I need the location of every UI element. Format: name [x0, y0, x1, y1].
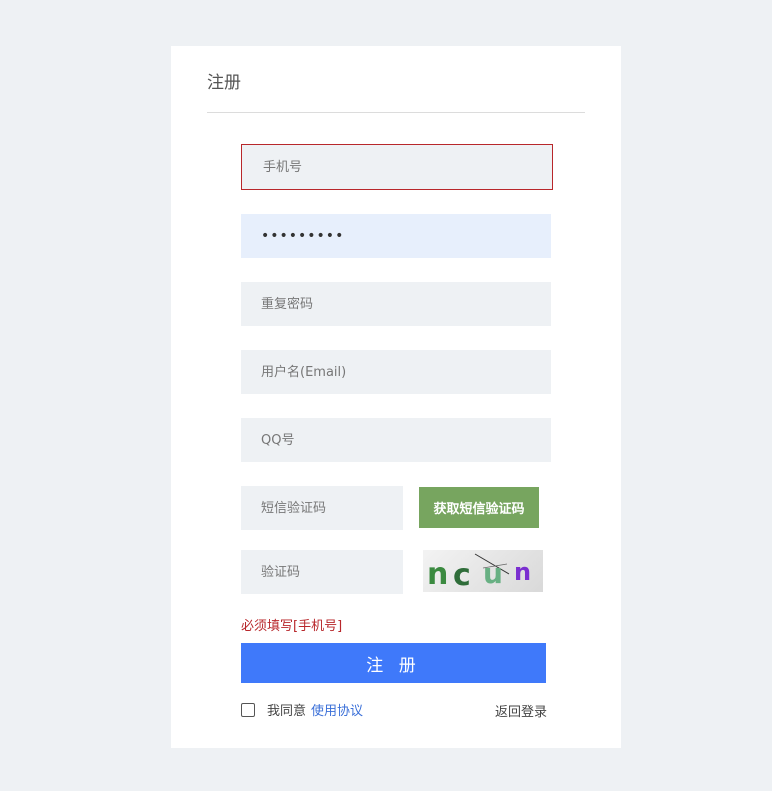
title-divider: [207, 112, 585, 113]
agree-label: 我同意: [267, 704, 307, 719]
sms-code-input[interactable]: [241, 486, 403, 530]
captcha-input[interactable]: [241, 550, 403, 594]
get-sms-code-button[interactable]: 获取短信验证码: [419, 487, 539, 528]
agree-checkbox[interactable]: [241, 702, 255, 717]
phone-input[interactable]: [241, 144, 553, 190]
register-button[interactable]: 注 册: [241, 643, 546, 683]
password-input[interactable]: [241, 214, 551, 258]
agreement-link[interactable]: 使用协议: [311, 700, 363, 719]
agreement-row: 我同意 使用协议: [241, 700, 363, 719]
captcha-text: n: [427, 557, 448, 592]
captcha-image[interactable]: n c u n: [423, 550, 543, 592]
back-to-login-link[interactable]: 返回登录: [495, 701, 547, 720]
page-title: 注册: [207, 73, 241, 93]
error-message: 必须填写[手机号]: [241, 619, 343, 634]
svg-text:c: c: [453, 558, 471, 592]
qq-input[interactable]: [241, 418, 551, 462]
username-email-input[interactable]: [241, 350, 551, 394]
repeat-password-input[interactable]: [241, 282, 551, 326]
svg-text:n: n: [514, 558, 531, 586]
register-card: 注册 获取短信验证码 n c u n 必须填写[手机号] 注 册 我同意 使用协…: [171, 46, 621, 748]
svg-text:u: u: [483, 557, 503, 590]
